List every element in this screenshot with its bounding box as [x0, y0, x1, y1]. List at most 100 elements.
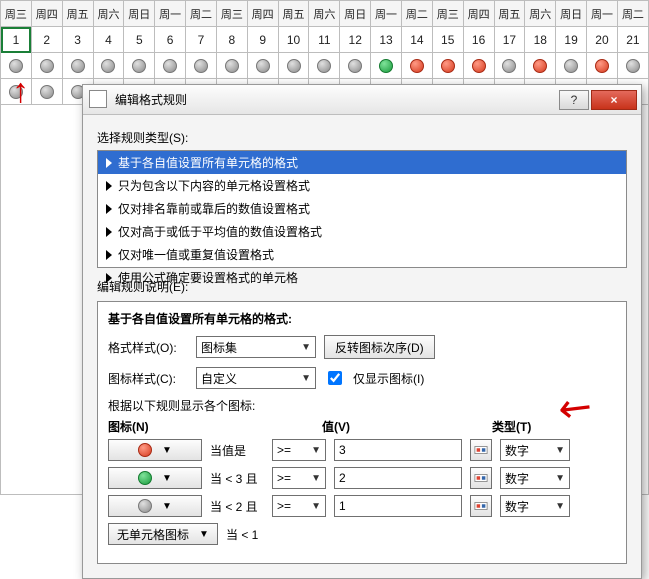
- status-cell[interactable]: [309, 53, 340, 79]
- day-cell[interactable]: 18: [525, 27, 556, 53]
- col-icon-header: 图标(N): [108, 418, 322, 435]
- icon-dot: [138, 499, 152, 513]
- type-select[interactable]: 数字▼: [500, 467, 570, 489]
- day-cell[interactable]: 11: [309, 27, 340, 53]
- status-cell[interactable]: [401, 53, 432, 79]
- day-cell[interactable]: 3: [62, 27, 93, 53]
- status-cell[interactable]: [124, 53, 155, 79]
- type-select[interactable]: 数字▼: [500, 439, 570, 461]
- cell-reference-button[interactable]: [470, 495, 492, 517]
- type-select[interactable]: 数字▼: [500, 495, 570, 517]
- day-cell[interactable]: 19: [556, 27, 587, 53]
- chevron-down-icon: ▼: [199, 529, 209, 540]
- status-cell[interactable]: [494, 53, 525, 79]
- rule-type-item[interactable]: 只为包含以下内容的单元格设置格式: [98, 174, 626, 197]
- col-value-header: 值(V): [322, 418, 492, 435]
- status-cell[interactable]: [31, 53, 62, 79]
- status-cell[interactable]: [186, 53, 217, 79]
- day-cell[interactable]: 20: [587, 27, 618, 53]
- operator-select[interactable]: >=▼: [272, 467, 326, 489]
- cell-reference-button[interactable]: [470, 467, 492, 489]
- day-cell[interactable]: 17: [494, 27, 525, 53]
- status-cell[interactable]: [31, 79, 62, 105]
- col-type-header: 类型(T): [492, 418, 616, 435]
- cell-reference-button[interactable]: [470, 439, 492, 461]
- chevron-down-icon: ▼: [555, 445, 565, 456]
- rule-type-list[interactable]: 基于各自值设置所有单元格的格式只为包含以下内容的单元格设置格式仅对排名靠前或靠后…: [97, 150, 627, 268]
- rule-type-item[interactable]: 仅对高于或低于平均值的数值设置格式: [98, 220, 626, 243]
- status-cell[interactable]: [371, 53, 402, 79]
- day-cell[interactable]: 8: [216, 27, 247, 53]
- weekday-header: 周四: [463, 1, 494, 27]
- close-button[interactable]: ×: [591, 90, 637, 110]
- icon-style-select[interactable]: 自定义▼: [196, 367, 316, 389]
- status-dot-icon: [40, 59, 54, 73]
- status-cell[interactable]: [155, 53, 186, 79]
- rule-type-item[interactable]: 基于各自值设置所有单元格的格式: [98, 151, 626, 174]
- status-cell[interactable]: [62, 53, 93, 79]
- day-cell[interactable]: 14: [401, 27, 432, 53]
- value-input[interactable]: [334, 467, 462, 489]
- condition-label: 当 < 1: [226, 526, 280, 543]
- status-dot-icon: [626, 59, 640, 73]
- status-cell[interactable]: [463, 53, 494, 79]
- status-dot-icon: [533, 59, 547, 73]
- format-style-select[interactable]: 图标集▼: [196, 336, 316, 358]
- triangle-icon: [106, 181, 112, 191]
- group-title: 基于各自值设置所有单元格的格式:: [108, 310, 616, 327]
- day-cell[interactable]: 12: [340, 27, 371, 53]
- status-cell[interactable]: [556, 53, 587, 79]
- status-cell[interactable]: [525, 53, 556, 79]
- day-cell[interactable]: 5: [124, 27, 155, 53]
- reverse-icon-order-button[interactable]: 反转图标次序(D): [324, 335, 435, 359]
- day-cell[interactable]: 13: [371, 27, 402, 53]
- triangle-icon: [106, 204, 112, 214]
- icon-picker[interactable]: ▼: [108, 439, 202, 461]
- icon-picker[interactable]: ▼: [108, 467, 202, 489]
- chevron-down-icon: ▼: [162, 445, 172, 456]
- status-dot-icon: [441, 59, 455, 73]
- day-cell[interactable]: 6: [155, 27, 186, 53]
- status-cell[interactable]: [587, 53, 618, 79]
- icon-dot: [138, 443, 152, 457]
- icon-picker[interactable]: ▼: [108, 495, 202, 517]
- day-cell[interactable]: 21: [617, 27, 648, 53]
- status-cell[interactable]: [1, 53, 32, 79]
- edit-format-rule-dialog: 编辑格式规则 ? × 选择规则类型(S): 基于各自值设置所有单元格的格式只为包…: [82, 84, 642, 579]
- day-cell[interactable]: 15: [432, 27, 463, 53]
- status-cell[interactable]: [93, 53, 124, 79]
- status-dot-icon: [71, 59, 85, 73]
- day-cell[interactable]: 10: [278, 27, 309, 53]
- icon-style-label: 图标样式(C):: [108, 370, 188, 387]
- status-dot-icon: [379, 59, 393, 73]
- rule-type-item[interactable]: 仅对排名靠前或靠后的数值设置格式: [98, 197, 626, 220]
- window-icon: [89, 90, 107, 108]
- status-cell[interactable]: [1, 79, 32, 105]
- day-cell[interactable]: 4: [93, 27, 124, 53]
- rule-type-item[interactable]: 仅对唯一值或重复值设置格式: [98, 243, 626, 266]
- help-button[interactable]: ?: [559, 90, 589, 110]
- day-cell[interactable]: 16: [463, 27, 494, 53]
- no-cell-icon-select[interactable]: 无单元格图标▼: [108, 523, 218, 545]
- status-cell[interactable]: [432, 53, 463, 79]
- day-cell[interactable]: 9: [247, 27, 278, 53]
- day-cell[interactable]: 7: [186, 27, 217, 53]
- day-cell[interactable]: 2: [31, 27, 62, 53]
- status-cell[interactable]: [617, 53, 648, 79]
- value-input[interactable]: [334, 495, 462, 517]
- status-cell[interactable]: [216, 53, 247, 79]
- chevron-down-icon: ▼: [311, 501, 321, 512]
- value-input[interactable]: [334, 439, 462, 461]
- weekday-header: 周三: [432, 1, 463, 27]
- status-cell[interactable]: [278, 53, 309, 79]
- status-cell[interactable]: [340, 53, 371, 79]
- status-cell[interactable]: [247, 53, 278, 79]
- operator-select[interactable]: >=▼: [272, 495, 326, 517]
- weekday-header: 周二: [617, 1, 648, 27]
- dialog-titlebar[interactable]: 编辑格式规则 ? ×: [83, 85, 641, 115]
- show-icon-only-checkbox[interactable]: [328, 371, 342, 385]
- operator-select[interactable]: >=▼: [272, 439, 326, 461]
- day-cell[interactable]: 1: [1, 27, 32, 53]
- weekday-header: 周六: [93, 1, 124, 27]
- weekday-header: 周一: [155, 1, 186, 27]
